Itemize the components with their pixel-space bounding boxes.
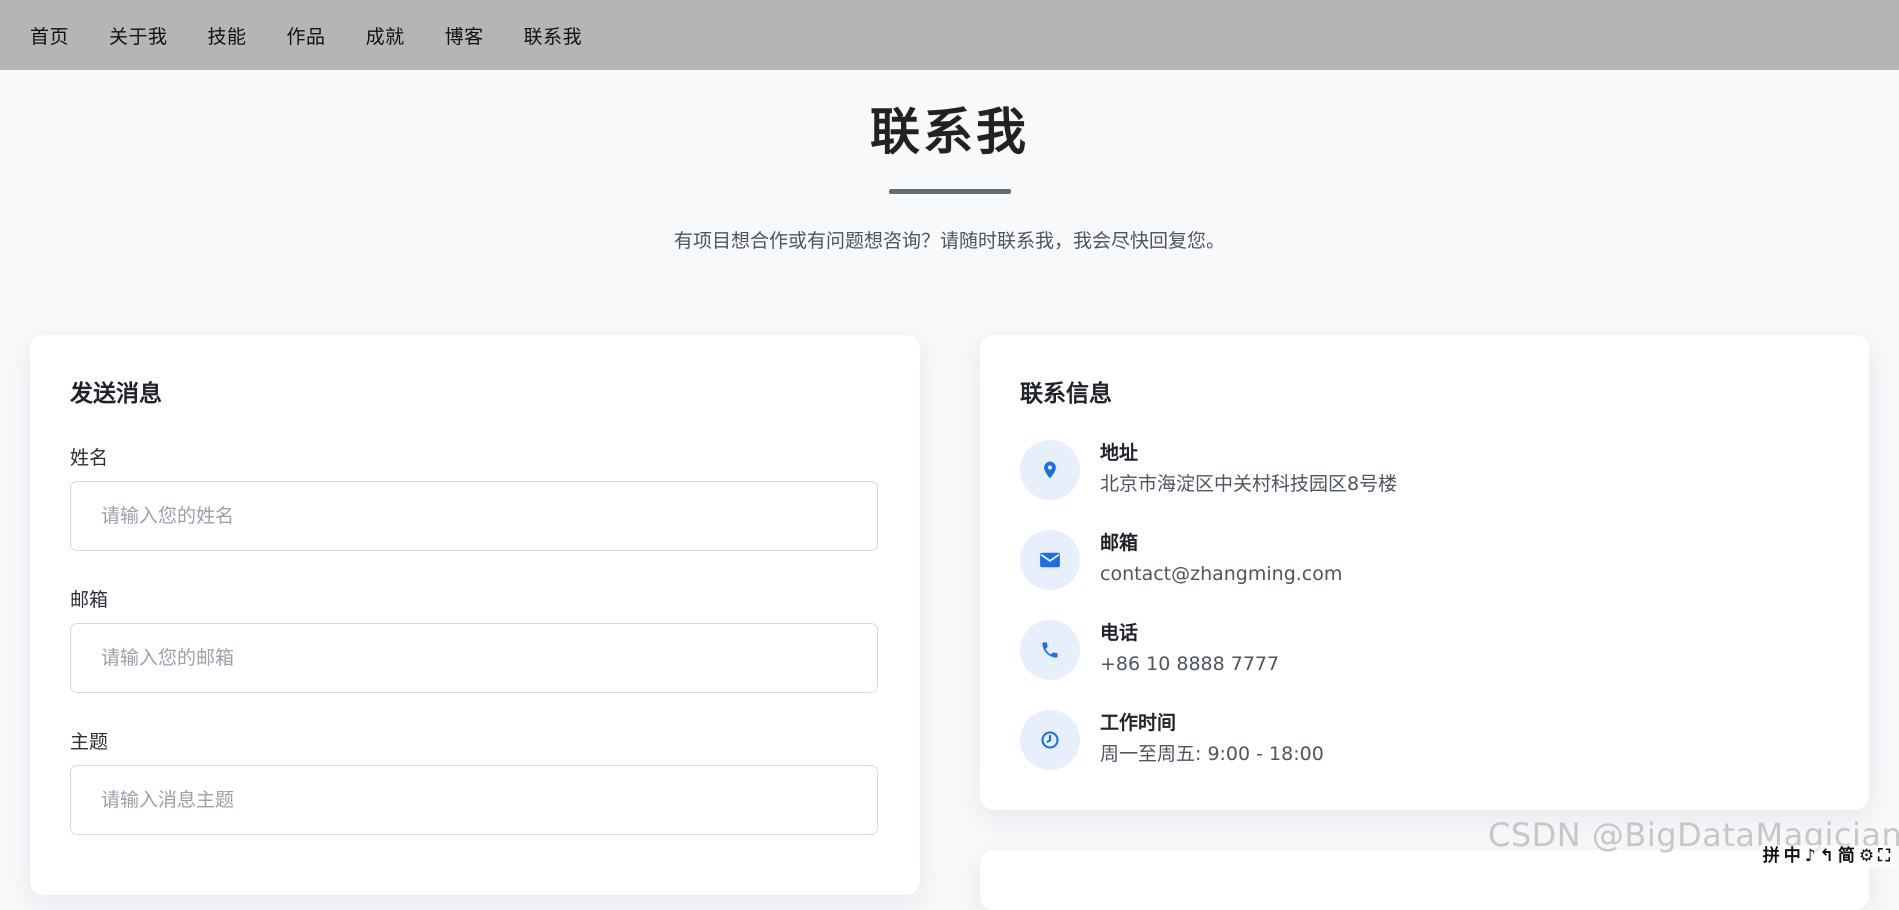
name-input[interactable] bbox=[70, 481, 878, 551]
hours-label: 工作时间 bbox=[1100, 712, 1177, 734]
contact-address-text: 地址 北京市海淀区中关村科技园区8号楼 bbox=[1100, 439, 1397, 501]
email-info-value: contact@zhangming.com bbox=[1100, 563, 1343, 585]
nav-item-about[interactable]: 关于我 bbox=[109, 22, 168, 49]
subject-label: 主题 bbox=[70, 731, 109, 753]
title-underline bbox=[889, 189, 1011, 194]
phone-label: 电话 bbox=[1100, 622, 1139, 644]
page-title: 联系我 bbox=[870, 103, 1029, 161]
ime-expand-icon[interactable]: ⛶ bbox=[1878, 845, 1890, 867]
email-info-label: 邮箱 bbox=[1100, 532, 1139, 554]
contact-hours-text: 工作时间 周一至周五: 9:00 - 18:00 bbox=[1100, 709, 1324, 771]
envelope-icon bbox=[1020, 530, 1080, 590]
address-label: 地址 bbox=[1100, 442, 1139, 464]
nav-list: 首页 关于我 技能 作品 成就 博客 联系我 bbox=[30, 0, 622, 70]
email-input[interactable] bbox=[70, 623, 878, 693]
phone-icon bbox=[1020, 620, 1080, 680]
ime-chinese-mode-icon[interactable]: 中 bbox=[1784, 845, 1801, 867]
secondary-card bbox=[980, 850, 1869, 910]
contact-address-row: 地址 北京市海淀区中关村科技园区8号楼 bbox=[1020, 440, 1397, 501]
nav-item-home[interactable]: 首页 bbox=[30, 22, 69, 49]
nav-item-blog[interactable]: 博客 bbox=[445, 22, 484, 49]
ime-punctuation-icon[interactable]: ↰ bbox=[1820, 845, 1834, 867]
nav-item-contact[interactable]: 联系我 bbox=[524, 22, 583, 49]
ime-settings-icon[interactable]: ⚙ bbox=[1859, 845, 1874, 867]
name-label: 姓名 bbox=[70, 447, 109, 469]
contact-phone-text: 电话 +86 10 8888 7777 bbox=[1100, 619, 1279, 681]
ime-toolbar: 拼 中 ♪ ↰ 简 ⚙ ⛶ bbox=[1759, 845, 1893, 867]
contact-phone-row: 电话 +86 10 8888 7777 bbox=[1020, 620, 1279, 681]
form-title: 发送消息 bbox=[70, 381, 162, 407]
nav-item-skills[interactable]: 技能 bbox=[208, 22, 247, 49]
hours-value: 周一至周五: 9:00 - 18:00 bbox=[1100, 743, 1324, 765]
nav-item-works[interactable]: 作品 bbox=[287, 22, 326, 49]
map-pin-icon bbox=[1020, 440, 1080, 500]
subject-input[interactable] bbox=[70, 765, 878, 835]
address-value: 北京市海淀区中关村科技园区8号楼 bbox=[1100, 473, 1398, 495]
email-label: 邮箱 bbox=[70, 589, 109, 611]
top-navbar: 首页 关于我 技能 作品 成就 博客 联系我 bbox=[0, 0, 1899, 70]
ime-moon-icon[interactable]: ♪ bbox=[1805, 845, 1816, 867]
ime-pinyin-icon[interactable]: 拼 bbox=[1763, 845, 1780, 867]
contact-email-row: 邮箱 contact@zhangming.com bbox=[1020, 530, 1342, 591]
ime-simplified-icon[interactable]: 简 bbox=[1838, 845, 1855, 867]
phone-value: +86 10 8888 7777 bbox=[1100, 653, 1280, 675]
page-subtitle: 有项目想合作或有问题想咨询？请随时联系我，我会尽快回复您。 bbox=[673, 230, 1225, 252]
contact-info-title: 联系信息 bbox=[1020, 381, 1112, 407]
clock-icon bbox=[1020, 710, 1080, 770]
nav-item-achievements[interactable]: 成就 bbox=[366, 22, 405, 49]
contact-email-text: 邮箱 contact@zhangming.com bbox=[1100, 529, 1342, 591]
contact-hours-row: 工作时间 周一至周五: 9:00 - 18:00 bbox=[1020, 710, 1324, 771]
